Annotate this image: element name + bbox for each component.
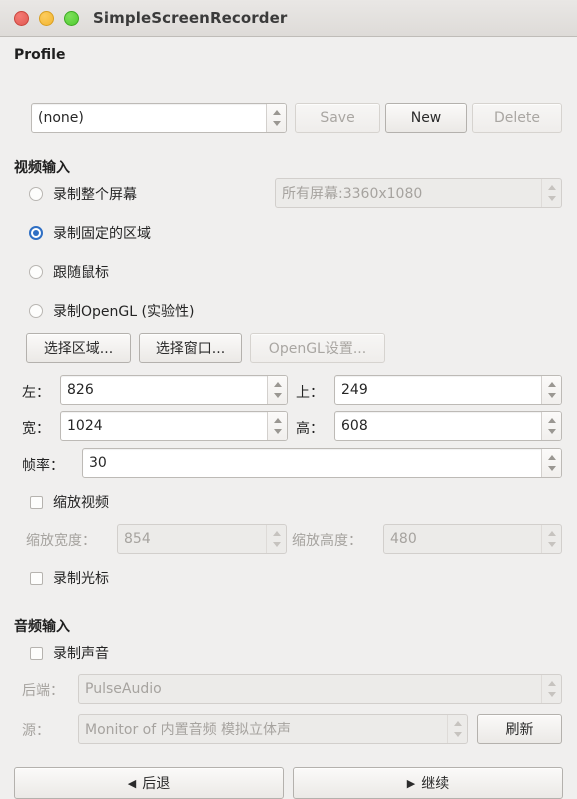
checkbox-label: 缩放视频 <box>53 495 109 511</box>
minimize-button[interactable] <box>39 10 54 26</box>
window-title: SimpleScreenRecorder <box>93 9 288 27</box>
radio-icon <box>29 226 43 240</box>
spinner-arrows-icon[interactable] <box>267 412 287 440</box>
height-label: 高： <box>296 421 324 437</box>
radio-record-entire-screen[interactable]: 录制整个屏幕 <box>29 184 137 204</box>
spinner-arrows-icon[interactable] <box>541 412 561 440</box>
height-input[interactable]: 608 <box>334 411 562 441</box>
arrow-left-icon: ◀ <box>127 776 137 790</box>
width-value: 1024 <box>67 418 103 434</box>
profile-heading: Profile <box>14 47 66 63</box>
main-content: Profile (none) Save New Delete 视频输入 录制整个… <box>0 37 577 799</box>
select-area-button[interactable]: 选择区域... <box>26 333 131 363</box>
delete-profile-button[interactable]: Delete <box>472 103 562 133</box>
screen-select-value: 所有屏幕:3360x1080 <box>282 186 423 202</box>
spinner-arrows-icon[interactable] <box>541 449 561 477</box>
chevron-updown-icon[interactable] <box>447 715 467 743</box>
profile-select-value: (none) <box>38 110 84 126</box>
checkbox-label: 录制光标 <box>53 571 109 587</box>
video-input-heading: 视频输入 <box>14 160 70 176</box>
top-label: 上： <box>296 385 324 401</box>
backend-value: PulseAudio <box>85 681 162 697</box>
new-profile-button[interactable]: New <box>385 103 467 133</box>
radio-label: 录制整个屏幕 <box>53 187 137 203</box>
top-input[interactable]: 249 <box>334 375 562 405</box>
left-value: 826 <box>67 382 94 398</box>
checkbox-scale-video[interactable]: 缩放视频 <box>30 492 109 512</box>
select-window-button[interactable]: 选择窗口... <box>139 333 242 363</box>
top-value: 249 <box>341 382 368 398</box>
backend-select[interactable]: PulseAudio <box>78 674 562 704</box>
source-value: Monitor of 内置音频 模拟立体声 <box>85 722 292 738</box>
close-button[interactable] <box>14 10 29 26</box>
maximize-button[interactable] <box>64 10 79 26</box>
checkbox-icon <box>30 571 43 585</box>
radio-record-fixed-area[interactable]: 录制固定的区域 <box>29 223 151 243</box>
checkbox-record-audio[interactable]: 录制声音 <box>30 643 109 663</box>
radio-icon <box>29 187 43 201</box>
radio-record-opengl[interactable]: 录制OpenGL (实验性) <box>29 301 194 321</box>
scaled-height-input[interactable]: 480 <box>383 524 562 554</box>
width-label: 宽： <box>22 421 50 437</box>
chevron-updown-icon[interactable] <box>541 179 561 207</box>
arrow-right-icon: ▶ <box>406 776 416 790</box>
spinner-arrows-icon[interactable] <box>541 376 561 404</box>
scaled-width-input[interactable]: 854 <box>117 524 287 554</box>
continue-button-label: 继续 <box>421 776 450 792</box>
checkbox-record-cursor[interactable]: 录制光标 <box>30 568 109 588</box>
window-titlebar: SimpleScreenRecorder <box>0 0 577 37</box>
radio-follow-cursor[interactable]: 跟随鼠标 <box>29 262 109 282</box>
save-profile-button[interactable]: Save <box>295 103 380 133</box>
screen-select[interactable]: 所有屏幕:3360x1080 <box>275 178 562 208</box>
chevron-updown-icon[interactable] <box>266 104 286 132</box>
checkbox-icon <box>30 646 43 660</box>
radio-label: 录制固定的区域 <box>53 226 151 242</box>
spinner-arrows-icon[interactable] <box>541 525 561 553</box>
left-label: 左： <box>22 385 50 401</box>
checkbox-label: 录制声音 <box>53 646 109 662</box>
radio-label: 录制OpenGL (实验性) <box>53 304 195 320</box>
width-input[interactable]: 1024 <box>60 411 288 441</box>
framerate-input[interactable]: 30 <box>82 448 562 478</box>
backend-label: 后端： <box>22 683 64 699</box>
framerate-value: 30 <box>89 455 107 471</box>
framerate-label: 帧率： <box>22 458 64 474</box>
scaled-width-label: 缩放宽度： <box>26 533 96 549</box>
scaled-height-label: 缩放高度： <box>292 533 362 549</box>
audio-input-heading: 音频输入 <box>14 619 70 635</box>
back-button[interactable]: ◀ 后退 <box>14 767 284 799</box>
height-value: 608 <box>341 418 368 434</box>
continue-button[interactable]: ▶ 继续 <box>293 767 563 799</box>
spinner-arrows-icon[interactable] <box>267 376 287 404</box>
source-label: 源： <box>22 723 50 739</box>
spinner-arrows-icon[interactable] <box>266 525 286 553</box>
scaled-height-value: 480 <box>390 531 417 547</box>
radio-label: 跟随鼠标 <box>53 265 109 281</box>
refresh-sources-button[interactable]: 刷新 <box>477 714 562 744</box>
opengl-settings-button[interactable]: OpenGL设置... <box>250 333 385 363</box>
source-select[interactable]: Monitor of 内置音频 模拟立体声 <box>78 714 468 744</box>
back-button-label: 后退 <box>142 776 171 792</box>
chevron-updown-icon[interactable] <box>541 675 561 703</box>
radio-icon <box>29 304 43 318</box>
profile-select[interactable]: (none) <box>31 103 287 133</box>
scaled-width-value: 854 <box>124 531 151 547</box>
window-controls <box>14 10 79 26</box>
checkbox-icon <box>30 495 43 509</box>
left-input[interactable]: 826 <box>60 375 288 405</box>
radio-icon <box>29 265 43 279</box>
